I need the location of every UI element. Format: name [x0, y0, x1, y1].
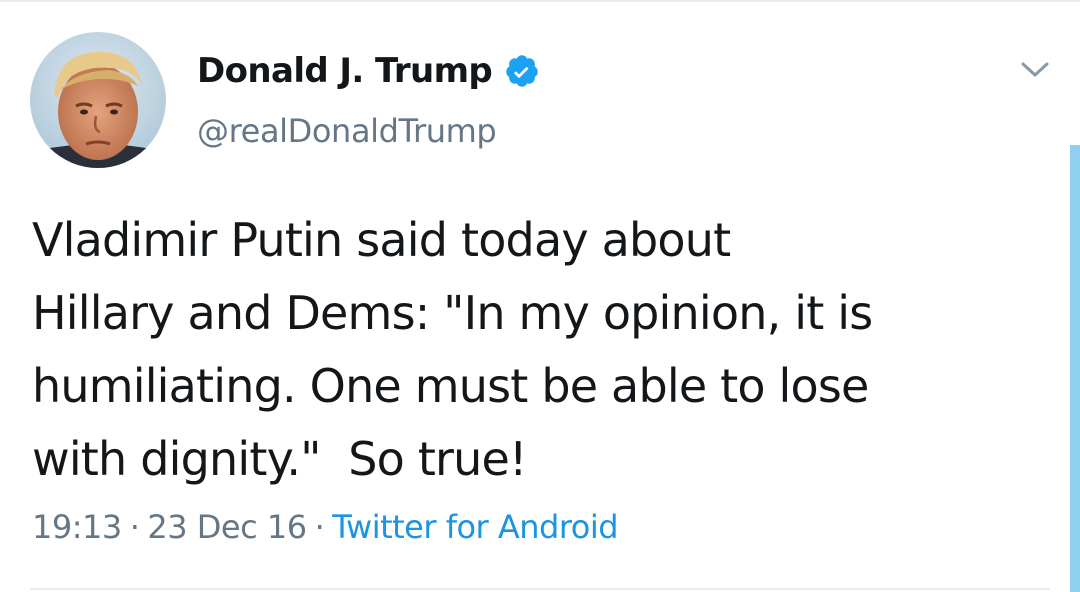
- tweet-date[interactable]: 23 Dec 16: [147, 508, 307, 546]
- avatar-image: [30, 32, 166, 168]
- meta-separator: ·: [129, 508, 140, 546]
- top-divider: [0, 0, 1080, 2]
- meta-separator: ·: [314, 508, 325, 546]
- tweet-time[interactable]: 19:13: [32, 508, 122, 546]
- avatar[interactable]: [30, 32, 166, 168]
- chevron-down-icon[interactable]: [1018, 56, 1052, 82]
- scrollbar[interactable]: [1070, 145, 1080, 592]
- author-display-name[interactable]: Donald J. Trump: [197, 51, 493, 91]
- author-handle[interactable]: @realDonaldTrump: [197, 112, 497, 150]
- tweet-source-link[interactable]: Twitter for Android: [332, 508, 618, 546]
- verified-badge-icon: [504, 53, 540, 89]
- author-name-row[interactable]: Donald J. Trump: [197, 48, 540, 94]
- tweet-text: Vladimir Putin said today about Hillary …: [32, 213, 873, 486]
- bottom-divider: [30, 588, 1050, 590]
- tweet-meta: 19:13 · 23 Dec 16 · Twitter for Android: [32, 508, 619, 546]
